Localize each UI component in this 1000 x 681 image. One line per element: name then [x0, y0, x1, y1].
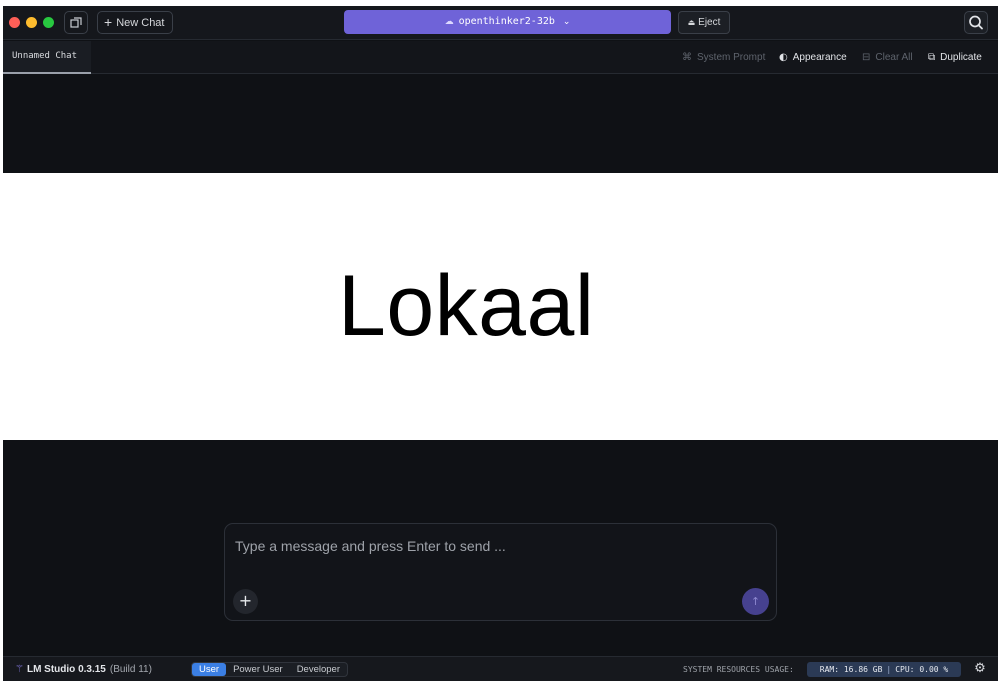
minimize-window-dot[interactable]	[26, 17, 37, 28]
banner-title: Lokaal	[338, 258, 595, 354]
ram-usage: RAM: 16.86 GB	[819, 665, 883, 674]
eject-label: Eject	[698, 17, 721, 28]
duplicate-button[interactable]: ⧉ Duplicate	[928, 41, 982, 74]
tag-icon: ⌘	[682, 52, 692, 63]
clear-icon: ⊟	[862, 52, 871, 63]
new-chat-button[interactable]: + New Chat	[97, 11, 173, 34]
sidebar-toggle-button[interactable]	[64, 11, 88, 34]
settings-button[interactable]: ⚙	[971, 660, 989, 678]
search-icon	[969, 15, 983, 30]
send-button[interactable]: ↑	[742, 588, 769, 615]
model-name: openthinker2-32b	[458, 16, 555, 27]
app-build: (Build 11)	[109, 664, 152, 675]
resource-usage-badge[interactable]: RAM: 16.86 GB | CPU: 0.00 %	[807, 662, 961, 677]
plus-icon: +	[104, 14, 113, 30]
palette-icon: ◐	[779, 52, 788, 63]
cloud-icon: ☁	[444, 17, 454, 27]
arrow-up-icon: ↑	[750, 595, 761, 608]
chevron-down-icon: ⌄	[562, 17, 571, 27]
clear-all-button[interactable]: ⊟ Clear All	[862, 41, 913, 74]
tab-unnamed-chat[interactable]: Unnamed Chat	[3, 41, 91, 74]
screen: + New Chat ☁ openthinker2-32b ⌄ ⏏ Eject Unna…	[0, 0, 1000, 681]
clear-all-label: Clear All	[875, 52, 913, 63]
overlay-banner: Lokaal	[0, 173, 1000, 440]
status-bar: ⚚ LM Studio 0.3.15 (Build 11) User Power Us…	[3, 656, 998, 681]
gear-icon: ⚙	[974, 661, 986, 676]
mode-switcher: User Power User Developer	[191, 662, 348, 677]
model-selector[interactable]: ☁ openthinker2-32b ⌄	[344, 10, 671, 34]
mode-developer[interactable]: Developer	[290, 663, 347, 676]
appearance-button[interactable]: ◐ Appearance	[779, 41, 847, 74]
message-input[interactable]	[235, 536, 755, 556]
search-button[interactable]	[964, 11, 988, 34]
app-window-bottom: + ↑ ⚚LM Studio 0.3.15(Build 11) UserPowe…	[3, 440, 998, 681]
duplicate-label: Duplicate	[940, 52, 982, 63]
eject-button[interactable]: ⏏ Eject	[678, 11, 730, 34]
plus-icon: +	[238, 591, 253, 610]
cpu-usage: CPU: 0.00 %	[895, 665, 949, 674]
sidebar-toggle-icon	[70, 17, 82, 28]
app-version: LM Studio 0.3.15	[26, 664, 106, 675]
copy-icon: ⧉	[928, 52, 936, 63]
appearance-label: Appearance	[792, 52, 847, 63]
app-info: ⚚ LM Studio 0.3.15 (Build 11)	[15, 657, 152, 681]
mode-power-user[interactable]: Power User	[226, 663, 290, 676]
message-composer: + ↑	[224, 523, 777, 621]
close-window-dot[interactable]	[9, 17, 20, 28]
eject-icon: ⏏	[687, 18, 696, 27]
resources-label: SYSTEM RESOURCES USAGE:	[683, 665, 794, 674]
chat-tab-bar: Unnamed Chat ⌘ System Prompt ◐ Appearance …	[3, 41, 998, 74]
zoom-window-dot[interactable]	[43, 17, 54, 28]
system-prompt-button[interactable]: ⌘ System Prompt	[682, 41, 765, 74]
title-bar: + New Chat ☁ openthinker2-32b ⌄ ⏏ Eject	[3, 6, 998, 40]
lm-studio-logo-icon: ⚚	[15, 664, 24, 675]
app-window-top: + New Chat ☁ openthinker2-32b ⌄ ⏏ Eject Unna…	[3, 6, 998, 173]
attach-button[interactable]: +	[233, 589, 258, 614]
separator: |	[886, 665, 892, 674]
system-prompt-label: System Prompt	[697, 52, 766, 63]
new-chat-label: New Chat	[116, 17, 165, 29]
mode-user[interactable]: User	[192, 663, 227, 676]
